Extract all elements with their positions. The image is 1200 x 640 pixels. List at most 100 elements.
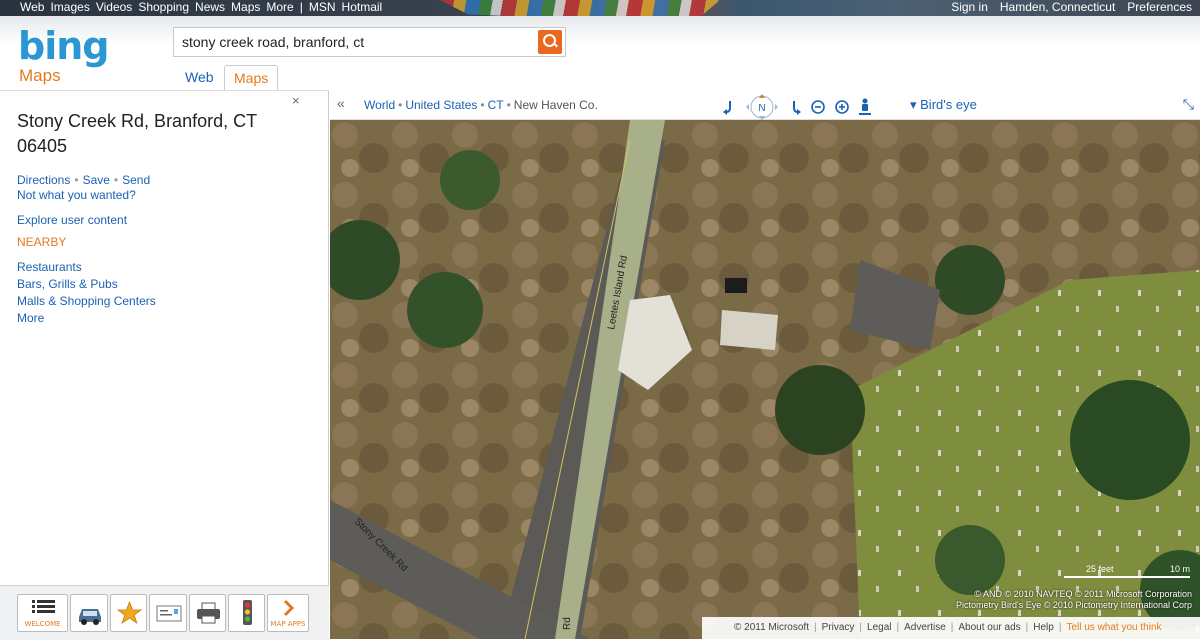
collapse-panel-icon[interactable]: « <box>337 95 345 111</box>
nav-maps[interactable]: Maps <box>231 0 260 14</box>
zoom-in-icon[interactable] <box>834 99 850 115</box>
zoom-out-icon[interactable] <box>810 99 826 115</box>
list-icon <box>32 600 55 613</box>
rotate-right-icon[interactable] <box>790 99 802 115</box>
map-copyright: © AND © 2010 NAVTEQ © 2011 Microsoft Cor… <box>956 589 1192 611</box>
separator-pipe: | <box>859 622 863 633</box>
separator-pipe: | <box>950 622 954 633</box>
road-label-leetes-island: Leetes Island Rd <box>606 255 630 331</box>
map-apps-caption: MAP APPS <box>270 620 306 628</box>
footer-help-link[interactable]: Help <box>1033 622 1054 633</box>
bing-logo[interactable]: bing <box>18 24 109 68</box>
road-label-rd: Rd <box>562 617 573 630</box>
place-title: Stony Creek Rd, Branford, CT 06405 <box>17 111 257 156</box>
separator-dot: • <box>113 173 119 187</box>
tab-maps[interactable]: Maps <box>224 65 279 90</box>
top-nav-right: Sign in Hamden, Connecticut Preferences <box>939 0 1192 14</box>
search-icon[interactable] <box>538 30 562 54</box>
nav-hotmail[interactable]: Hotmail <box>342 0 383 14</box>
tab-web[interactable]: Web <box>176 65 223 90</box>
chevron-down-icon: ▾ <box>910 97 921 112</box>
nearby-heading: NEARBY <box>17 235 67 249</box>
footer-legal-link[interactable]: Legal <box>867 622 891 633</box>
map-navigation-controls: N <box>722 94 872 120</box>
close-icon[interactable]: × <box>292 93 300 108</box>
copyright-line-2: Pictometry Bird's Eye © 2010 Pictometry … <box>956 600 1192 610</box>
breadcrumb: World • United States • CT • New Haven Co. <box>364 98 598 112</box>
map-apps-button[interactable]: MAP APPS <box>267 594 309 632</box>
results-panel: × Stony Creek Rd, Branford, CT 06405 Dir… <box>0 90 329 640</box>
copyright-line-1: © AND © 2010 NAVTEQ © 2011 Microsoft Cor… <box>974 589 1192 599</box>
header: bing Maps Web Maps <box>0 16 1200 90</box>
nearby-malls-link[interactable]: Malls & Shopping Centers <box>17 293 156 310</box>
separator-dot: • <box>480 98 485 112</box>
send-link[interactable]: Send <box>122 173 150 187</box>
nav-msn[interactable]: MSN <box>309 0 336 14</box>
separator-dot: • <box>74 173 79 187</box>
footer-about-ads-link[interactable]: About our ads <box>958 622 1020 633</box>
breadcrumb-county: New Haven Co. <box>513 98 598 112</box>
star-icon <box>116 600 143 624</box>
breadcrumb-world[interactable]: World <box>364 98 395 112</box>
preferences-link[interactable]: Preferences <box>1127 0 1192 14</box>
welcome-caption: WELCOME <box>24 620 61 628</box>
nav-images[interactable]: Images <box>50 0 89 14</box>
separator-dot: • <box>398 98 403 112</box>
streetside-person-icon[interactable] <box>858 98 872 116</box>
svg-text:N: N <box>758 103 765 114</box>
nearby-bars-link[interactable]: Bars, Grills & Pubs <box>17 276 156 293</box>
breadcrumb-ct[interactable]: CT <box>488 98 504 112</box>
not-what-you-wanted-link[interactable]: Not what you wanted? <box>17 188 136 202</box>
view-selector[interactable]: ▾ Bird's eye <box>910 97 977 113</box>
compass-icon[interactable]: N <box>742 94 782 120</box>
search-box <box>173 27 566 57</box>
nav-shopping[interactable]: Shopping <box>138 0 189 14</box>
sign-in-link[interactable]: Sign in <box>951 0 988 14</box>
search-input[interactable] <box>182 34 522 50</box>
favorites-button[interactable] <box>110 594 147 632</box>
map-canvas[interactable]: Leetes Island Rd Stony Creek Rd Rd 25 fe… <box>330 120 1200 639</box>
top-nav-left: Web Images Videos Shopping News Maps Mor… <box>20 0 388 14</box>
explore-user-content-link[interactable]: Explore user content <box>17 213 127 227</box>
separator-pipe: | <box>1058 622 1062 633</box>
map-footer: © 2011 Microsoft | Privacy | Legal | Advertise… <box>702 617 1200 639</box>
traffic-button[interactable] <box>228 594 265 632</box>
nav-news[interactable]: News <box>195 0 225 14</box>
location-link[interactable]: Hamden, Connecticut <box>1000 0 1115 14</box>
scale-meters: 10 m <box>1169 564 1190 574</box>
nearby-more-link[interactable]: More <box>17 310 156 327</box>
separator-pipe: | <box>896 622 900 633</box>
share-button[interactable] <box>149 594 187 632</box>
nav-videos[interactable]: Videos <box>96 0 132 14</box>
maps-logo-label: Maps <box>19 66 61 85</box>
save-link[interactable]: Save <box>83 173 110 187</box>
nearby-restaurants-link[interactable]: Restaurants <box>17 259 156 276</box>
scale-bar <box>1064 576 1190 578</box>
rotate-left-icon[interactable] <box>722 99 734 115</box>
welcome-button[interactable]: WELCOME <box>17 594 68 632</box>
card-icon <box>156 605 182 622</box>
nearby-list: Restaurants Bars, Grills & Pubs Malls & … <box>17 259 156 327</box>
footer-feedback-link[interactable]: Tell us what you think <box>1066 622 1161 633</box>
nav-more[interactable]: More <box>266 0 293 14</box>
chevron-right-icon <box>283 599 295 617</box>
nav-web[interactable]: Web <box>20 0 44 14</box>
footer-advertise-link[interactable]: Advertise <box>904 622 946 633</box>
top-nav-bar: Web Images Videos Shopping News Maps Mor… <box>0 0 1200 24</box>
expand-map-icon[interactable]: ⤡ <box>1183 96 1194 113</box>
separator-pipe: | <box>1025 622 1029 633</box>
footer-privacy-link[interactable]: Privacy <box>822 622 855 633</box>
bottom-toolbar: WELCOME MAP APPS <box>0 585 329 640</box>
printer-icon <box>197 602 220 624</box>
traffic-light-icon <box>243 600 252 625</box>
separator-dot: • <box>506 98 511 112</box>
breadcrumb-united-states[interactable]: United States <box>405 98 477 112</box>
scale-feet: 25 feet <box>1086 564 1114 574</box>
directions-link[interactable]: Directions <box>17 173 70 187</box>
car-icon <box>79 609 101 625</box>
print-button[interactable] <box>189 594 226 632</box>
directions-button[interactable] <box>70 594 108 632</box>
place-actions: Directions • Save • Send <box>17 173 150 187</box>
footer-copyright: © 2011 Microsoft <box>734 622 809 633</box>
separator-pipe: | <box>814 622 817 633</box>
